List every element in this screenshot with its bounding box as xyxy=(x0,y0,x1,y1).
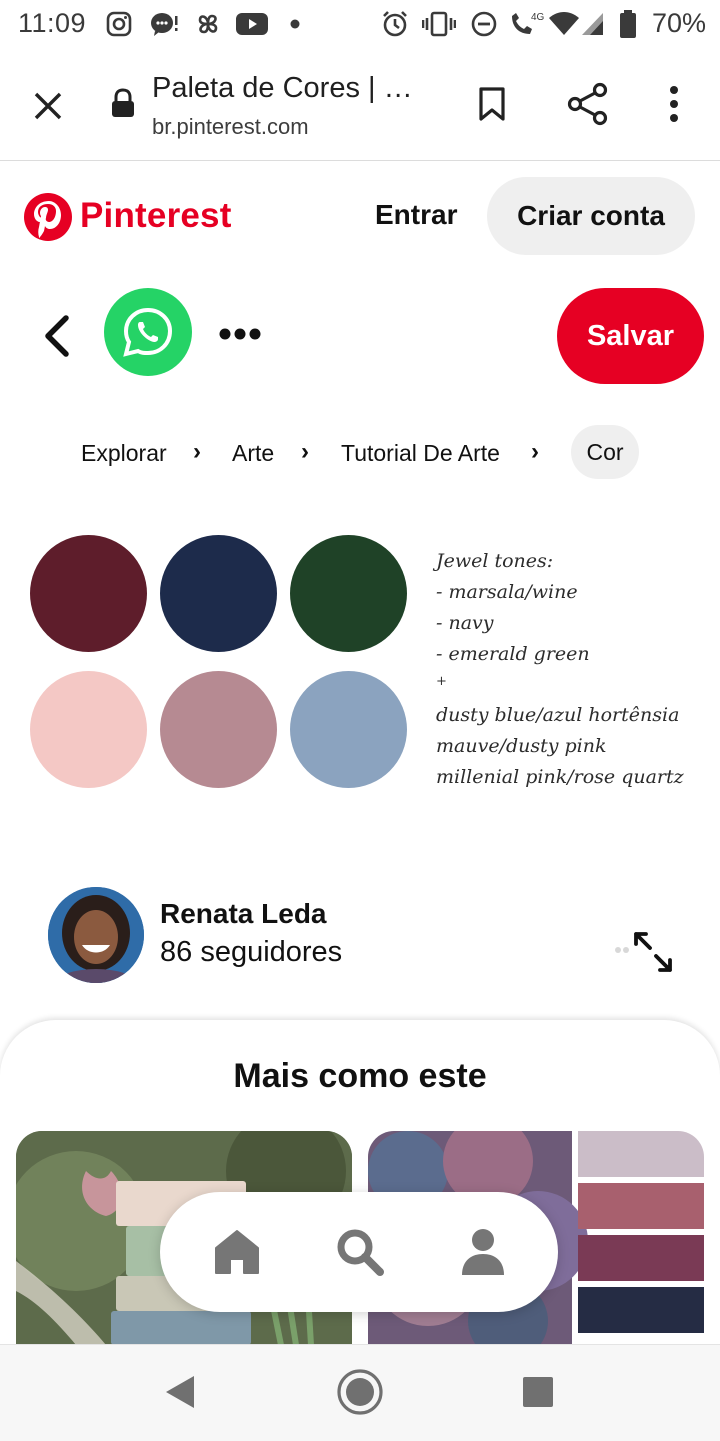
save-button[interactable]: Salvar xyxy=(557,288,704,384)
palette-note-line: dusty blue/azul hortênsia xyxy=(436,704,680,726)
palette-note-line: Jewel tones: xyxy=(436,550,554,572)
whatsapp-share-button[interactable] xyxy=(104,288,192,376)
status-time: 11:09 xyxy=(18,8,87,38)
bookmark-icon[interactable] xyxy=(474,84,510,124)
pinterest-logo-icon[interactable] xyxy=(24,193,72,241)
instagram-icon xyxy=(104,10,134,38)
close-icon[interactable] xyxy=(28,86,68,126)
palette-note-line: - marsala/wine xyxy=(436,581,578,603)
dnd-icon xyxy=(470,10,498,38)
creator-avatar[interactable] xyxy=(48,887,144,983)
android-back-icon[interactable] xyxy=(162,1372,198,1412)
whatsapp-icon xyxy=(123,307,173,357)
pinwheel-icon xyxy=(192,10,224,38)
swatch-emerald xyxy=(290,535,407,652)
pin-image[interactable]: Jewel tones: - marsala/wine - navy - eme… xyxy=(0,510,720,820)
battery-percent: 70% xyxy=(652,8,707,38)
dot-icon xyxy=(288,10,302,38)
network-type: 4G xyxy=(531,12,545,23)
signal-icon xyxy=(580,10,606,38)
pinterest-wordmark[interactable]: Pinterest xyxy=(80,196,232,236)
breadcrumb-chevron-icon: › xyxy=(531,438,539,465)
more-like-this-title: Mais como este xyxy=(233,1057,487,1095)
home-icon[interactable] xyxy=(209,1224,265,1280)
android-home-icon[interactable] xyxy=(336,1368,384,1416)
palette-note-line: + xyxy=(436,674,447,689)
swatch-millenial-pink xyxy=(30,671,147,788)
avatar-photo xyxy=(48,887,144,983)
breadcrumb-chevron-icon: › xyxy=(193,438,201,465)
wifi-call-icon: 4G xyxy=(508,10,546,38)
battery-icon xyxy=(618,10,638,38)
page-title[interactable]: Paleta de Cores | … xyxy=(152,72,413,105)
search-icon[interactable] xyxy=(332,1224,388,1280)
login-button[interactable]: Entrar xyxy=(375,199,457,231)
profile-icon[interactable] xyxy=(455,1224,511,1280)
palette-note-line: - emerald green xyxy=(436,643,590,665)
swatch-mauve xyxy=(160,671,277,788)
palette-strip-swatch xyxy=(578,1183,704,1229)
page-url[interactable]: br.pinterest.com xyxy=(152,114,309,140)
breadcrumb-explorar[interactable]: Explorar xyxy=(81,440,167,467)
palette-strip-swatch xyxy=(578,1287,704,1333)
palette-note-line: millenial pink/rose quartz xyxy=(436,766,684,788)
more-vertical-icon[interactable] xyxy=(664,84,684,124)
messenger-icon xyxy=(148,10,180,38)
creator-name[interactable]: Renata Leda xyxy=(160,898,327,930)
swatch-dusty-blue xyxy=(290,671,407,788)
signup-button[interactable]: Criar conta xyxy=(487,177,695,255)
browser-toolbar xyxy=(0,50,720,161)
vibrate-icon xyxy=(422,10,456,38)
palette-strip-swatch xyxy=(578,1131,704,1177)
palette-note-line: - navy xyxy=(436,612,494,634)
alarm-icon xyxy=(380,10,410,38)
breadcrumb-tutorial-de-arte[interactable]: Tutorial De Arte xyxy=(341,440,500,467)
share-icon[interactable] xyxy=(566,82,610,126)
more-options-icon[interactable] xyxy=(218,326,262,342)
breadcrumb-current-chip[interactable]: Cor xyxy=(571,425,639,479)
creator-followers: 86 seguidores xyxy=(160,936,343,968)
palette-strip-swatch xyxy=(578,1235,704,1281)
android-recents-icon[interactable] xyxy=(522,1376,554,1408)
expand-icon[interactable] xyxy=(612,930,676,974)
swatch-navy xyxy=(160,535,277,652)
breadcrumb-chevron-icon: › xyxy=(301,438,309,465)
breadcrumb-arte[interactable]: Arte xyxy=(232,440,274,467)
swatch-marsala xyxy=(30,535,147,652)
palette-note-line: mauve/dusty pink xyxy=(436,735,607,757)
back-arrow-icon[interactable] xyxy=(38,312,74,360)
status-bar: 11:09 4G 70% xyxy=(0,0,720,50)
lock-icon xyxy=(110,88,138,120)
youtube-icon xyxy=(234,10,270,38)
wifi-icon xyxy=(548,10,580,38)
